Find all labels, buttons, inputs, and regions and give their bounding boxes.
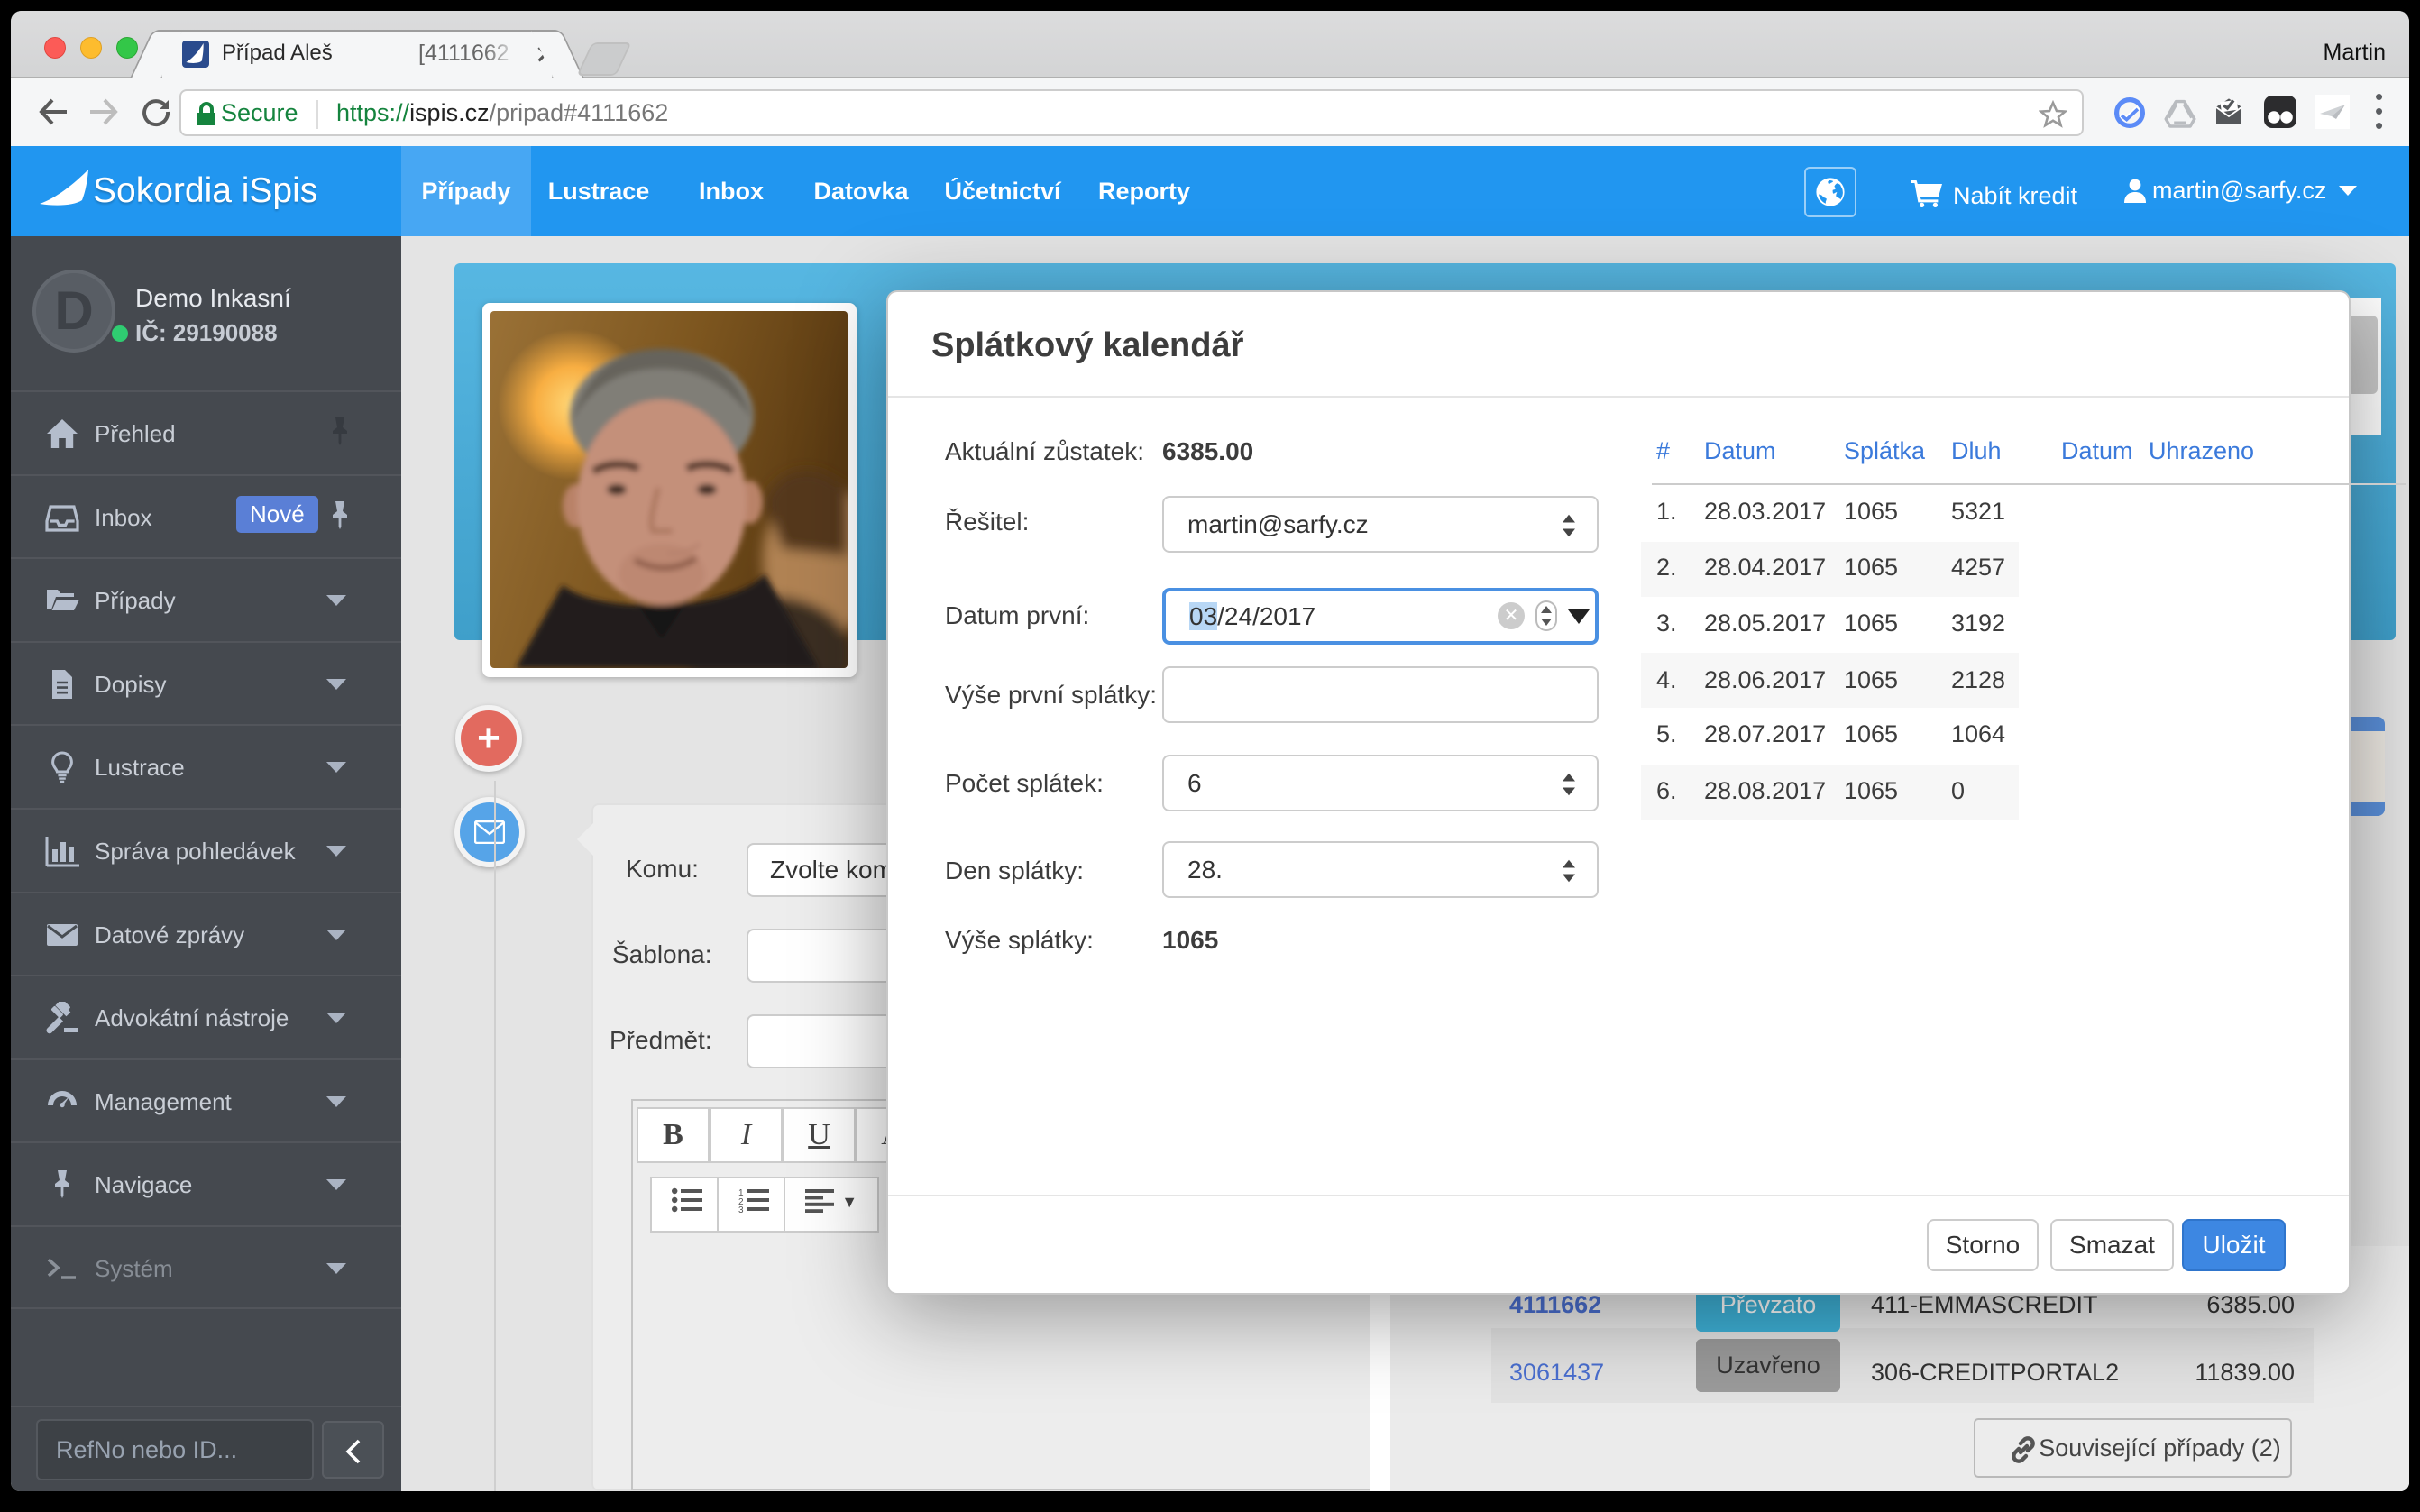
svg-text:3: 3 xyxy=(738,1205,744,1213)
